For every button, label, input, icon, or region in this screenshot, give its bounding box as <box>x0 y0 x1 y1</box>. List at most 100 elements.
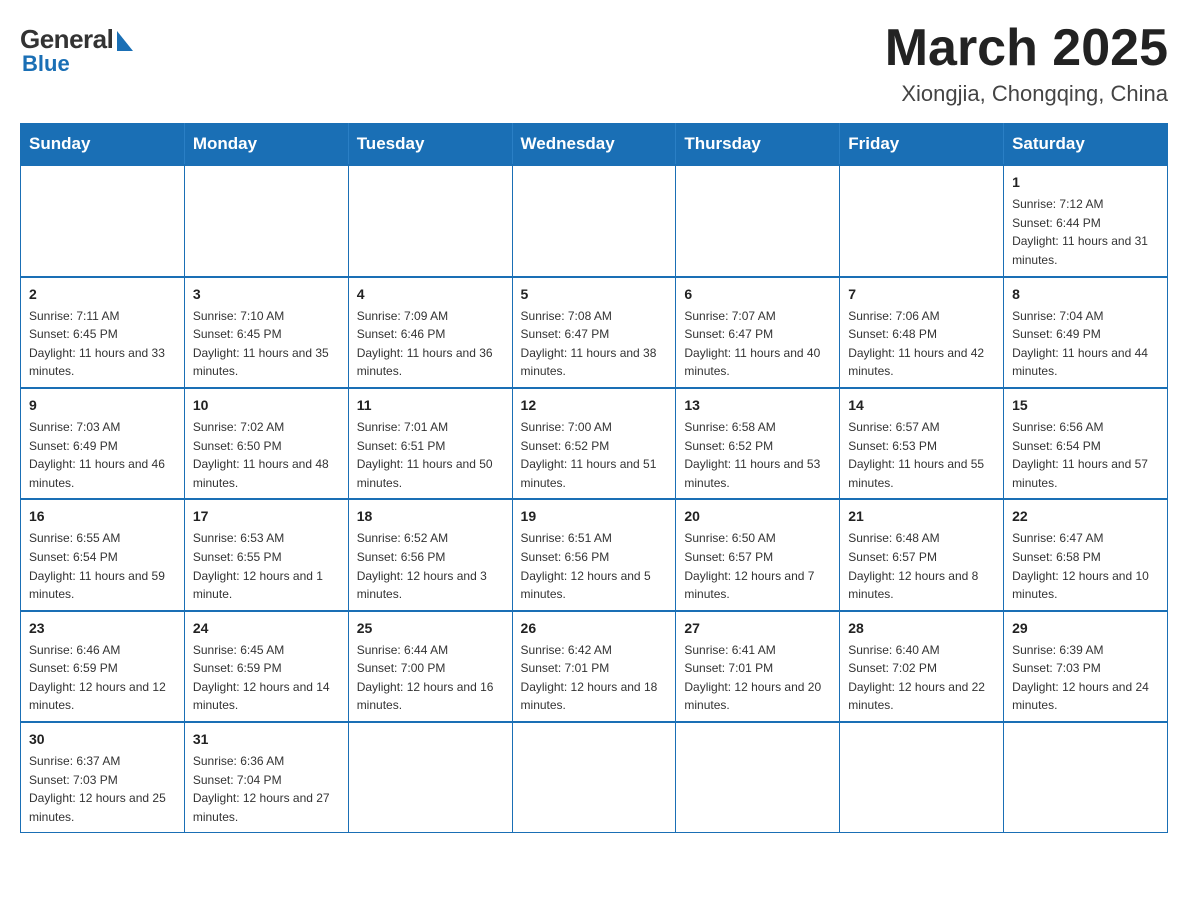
day-number: 30 <box>29 729 176 750</box>
calendar-cell <box>512 165 676 276</box>
weekday-header-saturday: Saturday <box>1004 124 1168 166</box>
day-info: Sunrise: 7:03 AMSunset: 6:49 PMDaylight:… <box>29 418 176 492</box>
calendar-cell: 2Sunrise: 7:11 AMSunset: 6:45 PMDaylight… <box>21 277 185 388</box>
day-info: Sunrise: 6:44 AMSunset: 7:00 PMDaylight:… <box>357 641 504 715</box>
calendar-cell: 14Sunrise: 6:57 AMSunset: 6:53 PMDayligh… <box>840 388 1004 499</box>
day-info: Sunrise: 7:06 AMSunset: 6:48 PMDaylight:… <box>848 307 995 381</box>
day-info: Sunrise: 6:40 AMSunset: 7:02 PMDaylight:… <box>848 641 995 715</box>
calendar-cell: 31Sunrise: 6:36 AMSunset: 7:04 PMDayligh… <box>184 722 348 833</box>
day-info: Sunrise: 6:41 AMSunset: 7:01 PMDaylight:… <box>684 641 831 715</box>
calendar-cell: 7Sunrise: 7:06 AMSunset: 6:48 PMDaylight… <box>840 277 1004 388</box>
calendar-week-row: 23Sunrise: 6:46 AMSunset: 6:59 PMDayligh… <box>21 611 1168 722</box>
calendar-cell: 22Sunrise: 6:47 AMSunset: 6:58 PMDayligh… <box>1004 499 1168 610</box>
day-info: Sunrise: 7:08 AMSunset: 6:47 PMDaylight:… <box>521 307 668 381</box>
day-info: Sunrise: 6:36 AMSunset: 7:04 PMDaylight:… <box>193 752 340 826</box>
day-number: 12 <box>521 395 668 416</box>
calendar-cell: 12Sunrise: 7:00 AMSunset: 6:52 PMDayligh… <box>512 388 676 499</box>
calendar-cell: 17Sunrise: 6:53 AMSunset: 6:55 PMDayligh… <box>184 499 348 610</box>
day-number: 17 <box>193 506 340 527</box>
day-info: Sunrise: 7:07 AMSunset: 6:47 PMDaylight:… <box>684 307 831 381</box>
day-number: 8 <box>1012 284 1159 305</box>
day-info: Sunrise: 6:46 AMSunset: 6:59 PMDaylight:… <box>29 641 176 715</box>
calendar-cell <box>348 722 512 833</box>
day-number: 16 <box>29 506 176 527</box>
calendar-cell: 9Sunrise: 7:03 AMSunset: 6:49 PMDaylight… <box>21 388 185 499</box>
calendar-cell: 18Sunrise: 6:52 AMSunset: 6:56 PMDayligh… <box>348 499 512 610</box>
day-number: 18 <box>357 506 504 527</box>
day-number: 20 <box>684 506 831 527</box>
day-number: 25 <box>357 618 504 639</box>
day-info: Sunrise: 7:10 AMSunset: 6:45 PMDaylight:… <box>193 307 340 381</box>
calendar-cell: 8Sunrise: 7:04 AMSunset: 6:49 PMDaylight… <box>1004 277 1168 388</box>
day-number: 23 <box>29 618 176 639</box>
calendar-week-row: 16Sunrise: 6:55 AMSunset: 6:54 PMDayligh… <box>21 499 1168 610</box>
day-info: Sunrise: 6:58 AMSunset: 6:52 PMDaylight:… <box>684 418 831 492</box>
calendar-cell: 11Sunrise: 7:01 AMSunset: 6:51 PMDayligh… <box>348 388 512 499</box>
weekday-header-tuesday: Tuesday <box>348 124 512 166</box>
calendar-cell: 24Sunrise: 6:45 AMSunset: 6:59 PMDayligh… <box>184 611 348 722</box>
calendar-cell <box>676 165 840 276</box>
location-subtitle: Xiongjia, Chongqing, China <box>885 81 1168 107</box>
day-number: 4 <box>357 284 504 305</box>
day-number: 31 <box>193 729 340 750</box>
weekday-header-monday: Monday <box>184 124 348 166</box>
calendar-week-row: 30Sunrise: 6:37 AMSunset: 7:03 PMDayligh… <box>21 722 1168 833</box>
page-header: General Blue March 2025 Xiongjia, Chongq… <box>20 20 1168 107</box>
calendar-cell <box>184 165 348 276</box>
day-number: 3 <box>193 284 340 305</box>
day-number: 5 <box>521 284 668 305</box>
calendar-cell: 1Sunrise: 7:12 AMSunset: 6:44 PMDaylight… <box>1004 165 1168 276</box>
calendar-cell: 21Sunrise: 6:48 AMSunset: 6:57 PMDayligh… <box>840 499 1004 610</box>
calendar-cell: 4Sunrise: 7:09 AMSunset: 6:46 PMDaylight… <box>348 277 512 388</box>
weekday-header-sunday: Sunday <box>21 124 185 166</box>
day-info: Sunrise: 7:02 AMSunset: 6:50 PMDaylight:… <box>193 418 340 492</box>
day-number: 13 <box>684 395 831 416</box>
calendar-cell <box>512 722 676 833</box>
day-number: 9 <box>29 395 176 416</box>
day-number: 22 <box>1012 506 1159 527</box>
logo-subtitle: Blue <box>22 51 70 77</box>
calendar-cell <box>840 165 1004 276</box>
day-info: Sunrise: 6:52 AMSunset: 6:56 PMDaylight:… <box>357 529 504 603</box>
calendar-cell: 30Sunrise: 6:37 AMSunset: 7:03 PMDayligh… <box>21 722 185 833</box>
calendar-cell: 15Sunrise: 6:56 AMSunset: 6:54 PMDayligh… <box>1004 388 1168 499</box>
day-info: Sunrise: 7:12 AMSunset: 6:44 PMDaylight:… <box>1012 195 1159 269</box>
day-number: 2 <box>29 284 176 305</box>
day-number: 26 <box>521 618 668 639</box>
month-year-title: March 2025 <box>885 20 1168 77</box>
day-number: 28 <box>848 618 995 639</box>
logo-triangle-icon <box>117 31 133 51</box>
day-info: Sunrise: 6:53 AMSunset: 6:55 PMDaylight:… <box>193 529 340 603</box>
title-area: March 2025 Xiongjia, Chongqing, China <box>885 20 1168 107</box>
calendar-cell: 13Sunrise: 6:58 AMSunset: 6:52 PMDayligh… <box>676 388 840 499</box>
day-number: 14 <box>848 395 995 416</box>
day-info: Sunrise: 6:48 AMSunset: 6:57 PMDaylight:… <box>848 529 995 603</box>
day-info: Sunrise: 7:00 AMSunset: 6:52 PMDaylight:… <box>521 418 668 492</box>
day-number: 24 <box>193 618 340 639</box>
weekday-header-row: SundayMondayTuesdayWednesdayThursdayFrid… <box>21 124 1168 166</box>
day-info: Sunrise: 6:57 AMSunset: 6:53 PMDaylight:… <box>848 418 995 492</box>
day-info: Sunrise: 7:09 AMSunset: 6:46 PMDaylight:… <box>357 307 504 381</box>
calendar-cell: 23Sunrise: 6:46 AMSunset: 6:59 PMDayligh… <box>21 611 185 722</box>
day-number: 1 <box>1012 172 1159 193</box>
day-number: 29 <box>1012 618 1159 639</box>
day-info: Sunrise: 6:42 AMSunset: 7:01 PMDaylight:… <box>521 641 668 715</box>
calendar-cell: 20Sunrise: 6:50 AMSunset: 6:57 PMDayligh… <box>676 499 840 610</box>
calendar-week-row: 1Sunrise: 7:12 AMSunset: 6:44 PMDaylight… <box>21 165 1168 276</box>
weekday-header-wednesday: Wednesday <box>512 124 676 166</box>
calendar-cell <box>1004 722 1168 833</box>
calendar-cell: 26Sunrise: 6:42 AMSunset: 7:01 PMDayligh… <box>512 611 676 722</box>
day-info: Sunrise: 6:50 AMSunset: 6:57 PMDaylight:… <box>684 529 831 603</box>
calendar-cell <box>676 722 840 833</box>
day-info: Sunrise: 6:55 AMSunset: 6:54 PMDaylight:… <box>29 529 176 603</box>
day-info: Sunrise: 7:04 AMSunset: 6:49 PMDaylight:… <box>1012 307 1159 381</box>
day-number: 11 <box>357 395 504 416</box>
day-number: 27 <box>684 618 831 639</box>
calendar-week-row: 2Sunrise: 7:11 AMSunset: 6:45 PMDaylight… <box>21 277 1168 388</box>
day-info: Sunrise: 6:37 AMSunset: 7:03 PMDaylight:… <box>29 752 176 826</box>
day-info: Sunrise: 6:45 AMSunset: 6:59 PMDaylight:… <box>193 641 340 715</box>
weekday-header-friday: Friday <box>840 124 1004 166</box>
calendar-cell: 10Sunrise: 7:02 AMSunset: 6:50 PMDayligh… <box>184 388 348 499</box>
logo: General Blue <box>20 20 135 77</box>
calendar-cell <box>840 722 1004 833</box>
